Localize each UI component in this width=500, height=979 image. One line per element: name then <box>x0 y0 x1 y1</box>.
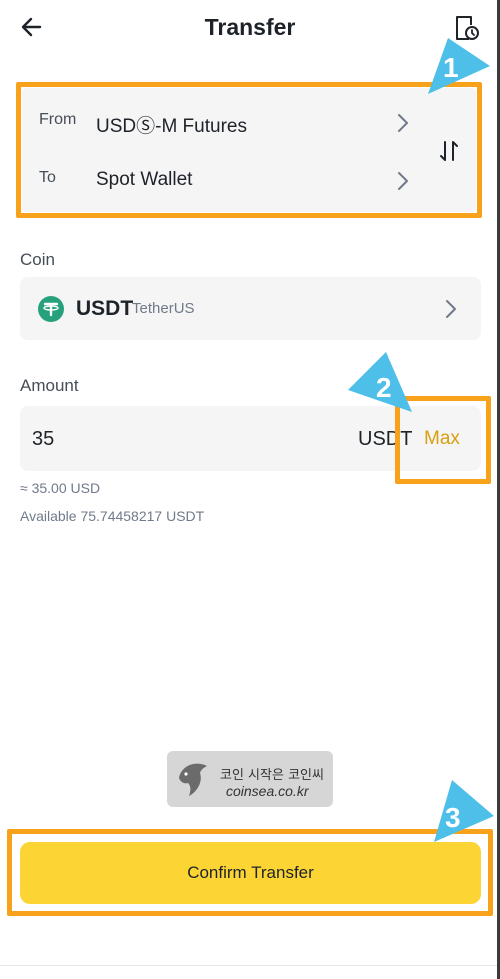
coin-label: Coin <box>20 250 55 269</box>
highlight-box-from-to <box>16 82 482 218</box>
coin-chevron-right-icon[interactable] <box>444 298 458 320</box>
watermark-text-url: coinsea.co.kr <box>226 783 309 799</box>
coin-full-name: TetherUS <box>132 300 195 317</box>
amount-input[interactable] <box>32 425 332 453</box>
step-3-arrow-icon <box>434 780 494 842</box>
available-balance: Available 75.74458217 USDT <box>20 508 205 524</box>
step-3-number: 3 <box>445 802 461 833</box>
watermark-text-korean: 코인 시작은 코인씨 <box>220 768 324 783</box>
tether-icon <box>38 296 64 322</box>
highlight-box-confirm <box>7 829 493 916</box>
step-1-number: 1 <box>443 52 459 83</box>
dolphin-logo-icon <box>179 763 207 796</box>
step-2-number: 2 <box>376 372 392 403</box>
bottom-divider <box>0 965 500 979</box>
coin-symbol: USDT <box>76 297 134 320</box>
amount-approx-usd: ≈ 35.00 USD <box>20 480 101 496</box>
amount-label: Amount <box>20 376 79 395</box>
